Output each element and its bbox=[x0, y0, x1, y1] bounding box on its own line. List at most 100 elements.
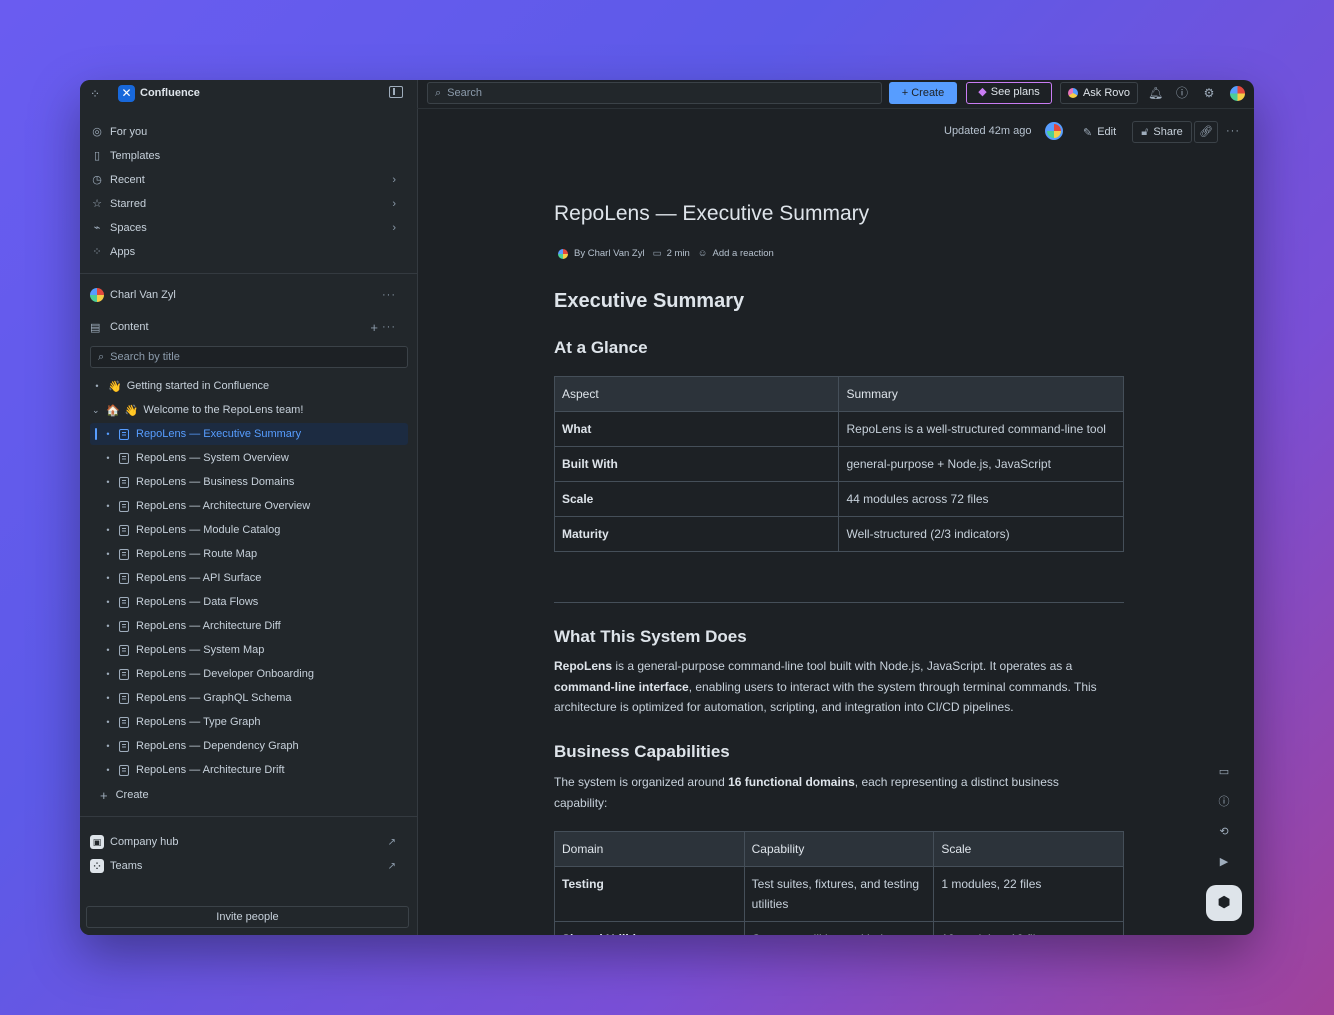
chevron-down-icon[interactable]: ⌄ bbox=[92, 405, 102, 416]
bullet-icon: • bbox=[106, 453, 110, 463]
settings-gear-icon[interactable]: ⚙ bbox=[1202, 86, 1216, 100]
reaction-icon: ☺ bbox=[697, 248, 708, 259]
user-avatar[interactable] bbox=[1230, 86, 1245, 101]
search-by-title[interactable]: ⌕ bbox=[90, 346, 408, 368]
comments-icon[interactable]: ▭ bbox=[1214, 762, 1234, 782]
tree-item-executive-summary[interactable]: • RepoLens — Executive Summary bbox=[90, 423, 408, 445]
edit-label: Edit bbox=[1097, 126, 1117, 138]
external-link-icon[interactable]: ↗ bbox=[388, 837, 396, 848]
search-by-title-input[interactable] bbox=[110, 351, 381, 363]
table-cell: Built With bbox=[553, 446, 840, 482]
author-name[interactable]: By Charl Van Zyl bbox=[574, 248, 645, 259]
page-icon bbox=[119, 452, 129, 464]
add-reaction-button[interactable]: Add a reaction bbox=[713, 248, 774, 259]
see-plans-button[interactable]: ◆ See plans bbox=[966, 82, 1052, 104]
clock-icon: ◷ bbox=[92, 174, 102, 186]
sidebar-item-company-hub[interactable]: ▣ Company hub ↗ bbox=[88, 831, 408, 853]
collapse-sidebar-icon[interactable] bbox=[389, 86, 403, 98]
external-link-icon[interactable]: ↗ bbox=[388, 861, 396, 872]
more-icon[interactable]: ··· bbox=[382, 321, 396, 333]
chevron-right-icon[interactable]: › bbox=[392, 222, 396, 234]
table-row: Maturity Well-structured (2/3 indicators… bbox=[553, 516, 1124, 552]
page-icon bbox=[119, 716, 129, 728]
tree-item-architecture-diff[interactable]: • RepoLens — Architecture Diff bbox=[90, 615, 408, 637]
tree-item-data-flows[interactable]: • RepoLens — Data Flows bbox=[90, 591, 408, 613]
wave-emoji-icon: 👋 bbox=[108, 380, 122, 393]
sidebar-item-spaces[interactable]: ⌁ Spaces › bbox=[88, 217, 408, 239]
notifications-bell-icon[interactable]: 🔔︎ bbox=[1148, 86, 1163, 100]
sidebar-item-recent[interactable]: ◷ Recent › bbox=[88, 169, 408, 191]
tree-item-getting-started[interactable]: • 👋 Getting started in Confluence bbox=[90, 375, 408, 397]
tree-item-welcome[interactable]: ⌄ 🏠 👋 Welcome to the RepoLens team! bbox=[90, 399, 408, 421]
page-icon bbox=[119, 524, 129, 536]
tree-item-graphql-schema[interactable]: • RepoLens — GraphQL Schema bbox=[90, 687, 408, 709]
author-avatar[interactable] bbox=[558, 248, 568, 259]
share-button[interactable]: 🔓︎ Share bbox=[1132, 121, 1192, 143]
bullet-icon: • bbox=[106, 573, 110, 583]
bullet-icon: • bbox=[106, 525, 110, 535]
info-icon[interactable]: ⓘ bbox=[1214, 792, 1234, 812]
heading-what-this-system-does: What This System Does bbox=[554, 627, 747, 646]
rovo-chat-button[interactable]: ⬢ bbox=[1206, 885, 1242, 921]
plus-icon: + bbox=[100, 787, 108, 803]
tree-item-module-catalog[interactable]: • RepoLens — Module Catalog bbox=[90, 519, 408, 541]
tree-item-architecture-overview[interactable]: • RepoLens — Architecture Overview bbox=[90, 495, 408, 517]
tree-item-system-map[interactable]: • RepoLens — System Map bbox=[90, 639, 408, 661]
tree-item-route-map[interactable]: • RepoLens — Route Map bbox=[90, 543, 408, 565]
more-icon[interactable]: ··· bbox=[382, 289, 396, 301]
teams-icon: ⁘ bbox=[90, 859, 104, 873]
system-description: RepoLens is a general-purpose command-li… bbox=[554, 656, 1114, 718]
sidebar-item-apps[interactable]: ⁘ Apps bbox=[88, 241, 408, 263]
see-plans-label: See plans bbox=[990, 86, 1040, 98]
copy-link-icon[interactable]: 🔗︎ bbox=[1194, 121, 1218, 143]
chevron-right-icon[interactable]: › bbox=[392, 174, 396, 186]
edit-button[interactable]: ✎ Edit bbox=[1083, 121, 1116, 143]
page-icon bbox=[119, 572, 129, 584]
tree-item-system-overview[interactable]: • RepoLens — System Overview bbox=[90, 447, 408, 469]
tree-item-dependency-graph[interactable]: • RepoLens — Dependency Graph bbox=[90, 735, 408, 757]
tree-item-type-graph[interactable]: • RepoLens — Type Graph bbox=[90, 711, 408, 733]
sidebar-item-label: Teams bbox=[110, 860, 143, 872]
invite-people-button[interactable]: Invite people bbox=[86, 906, 409, 928]
table-cell: Maturity bbox=[553, 516, 840, 552]
search-input[interactable] bbox=[447, 87, 848, 99]
tree-item-api-surface[interactable]: • RepoLens — API Surface bbox=[90, 567, 408, 589]
sidebar-item-teams[interactable]: ⁘ Teams ↗ bbox=[88, 855, 408, 877]
create-button[interactable]: + Create bbox=[889, 82, 957, 104]
more-actions-icon[interactable]: ··· bbox=[1226, 125, 1240, 137]
chevron-right-icon[interactable]: › bbox=[392, 198, 396, 210]
add-content-icon[interactable]: + bbox=[370, 320, 378, 335]
sidebar-item-for-you[interactable]: ◎ For you bbox=[88, 121, 408, 143]
create-page-button[interactable]: + Create bbox=[100, 784, 149, 806]
content-section-header[interactable]: ▤ Content + ··· bbox=[88, 316, 408, 338]
loop-icon[interactable]: ⟲ bbox=[1214, 822, 1234, 842]
global-search[interactable]: ⌕ bbox=[427, 82, 882, 104]
tree-item-architecture-drift[interactable]: • RepoLens — Architecture Drift bbox=[90, 759, 408, 781]
brand-name[interactable]: Confluence bbox=[140, 87, 200, 99]
tree-item-label: RepoLens — Architecture Drift bbox=[136, 764, 285, 776]
space-owner-name: Charl Van Zyl bbox=[110, 289, 176, 301]
bullet-icon: • bbox=[106, 549, 110, 559]
contributor-avatar[interactable] bbox=[1045, 122, 1063, 140]
sidebar-item-starred[interactable]: ☆ Starred › bbox=[88, 193, 408, 215]
space-owner-row[interactable]: Charl Van Zyl ··· bbox=[88, 284, 408, 306]
table-cell: 44 modules across 72 files bbox=[838, 481, 1124, 517]
tree-item-label: RepoLens — Architecture Diff bbox=[136, 620, 281, 632]
updated-time[interactable]: Updated 42m ago bbox=[944, 125, 1031, 137]
table-cell: Scale bbox=[553, 481, 840, 517]
table-row: Scale 44 modules across 72 files bbox=[553, 481, 1124, 517]
sidebar-item-label: Company hub bbox=[110, 836, 179, 848]
table-cell: RepoLens is a well-structured command-li… bbox=[838, 411, 1124, 447]
app-switcher-icon[interactable]: ⁘ bbox=[90, 87, 104, 101]
tree-item-label: Welcome to the RepoLens team! bbox=[143, 404, 304, 416]
tree-item-developer-onboarding[interactable]: • RepoLens — Developer Onboarding bbox=[90, 663, 408, 685]
confluence-logo-icon[interactable]: ✕ bbox=[118, 85, 135, 102]
tree-item-business-domains[interactable]: • RepoLens — Business Domains bbox=[90, 471, 408, 493]
help-icon[interactable]: ⓘ bbox=[1175, 86, 1189, 100]
bullet-icon: • bbox=[106, 597, 110, 607]
ask-rovo-button[interactable]: Ask Rovo bbox=[1060, 82, 1138, 104]
sidebar-item-templates[interactable]: ▯ Templates bbox=[88, 145, 408, 167]
for-you-icon: ◎ bbox=[92, 126, 102, 138]
video-icon[interactable]: ▶ bbox=[1214, 852, 1234, 872]
ask-rovo-label: Ask Rovo bbox=[1082, 87, 1131, 99]
